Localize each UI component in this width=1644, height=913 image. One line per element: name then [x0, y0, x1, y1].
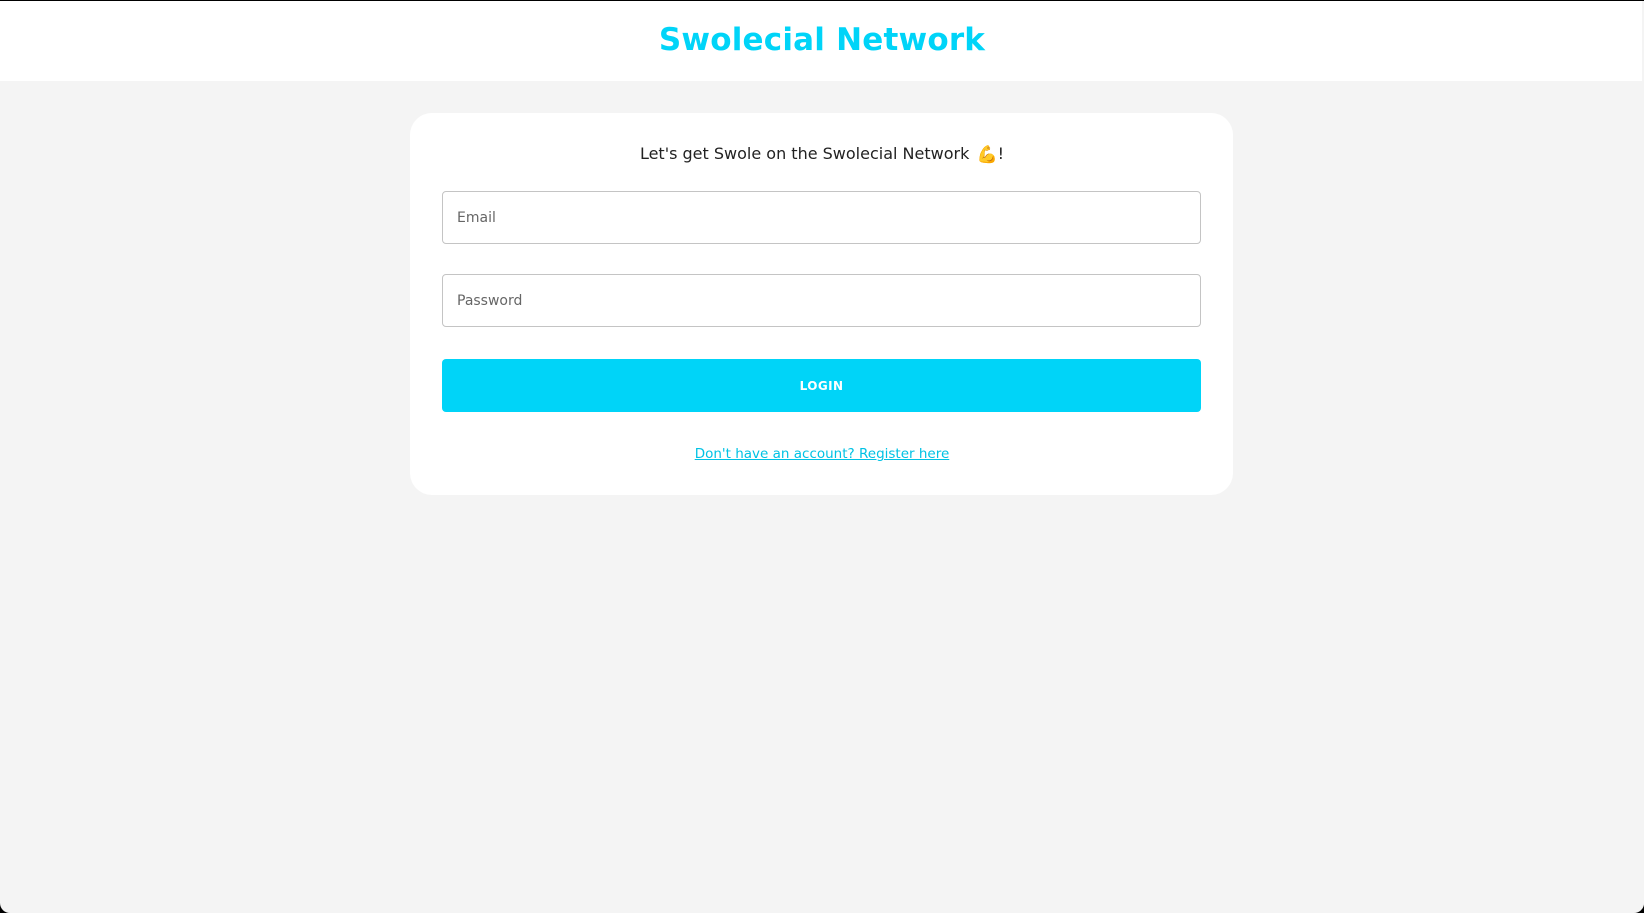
flexed-biceps-icon: 💪: [976, 145, 998, 165]
register-link-container: Don't have an account? Register here: [0, 444, 1644, 464]
password-field[interactable]: [442, 274, 1201, 327]
register-link[interactable]: Don't have an account? Register here: [695, 446, 950, 462]
email-field[interactable]: [442, 191, 1201, 244]
page: Swolecial Network Let's get Swole on the…: [0, 1, 1644, 913]
app-title: Swolecial Network: [658, 22, 986, 58]
login-heading-text: Let's get Swole on the Swolecial Network: [639, 144, 970, 163]
login-heading-suffix: !: [997, 144, 1005, 163]
top-navbar: Swolecial Network: [0, 1, 1644, 81]
login-heading: Let's get Swole on the Swolecial Network…: [0, 143, 1644, 166]
login-button[interactable]: LOGIN: [442, 359, 1201, 412]
